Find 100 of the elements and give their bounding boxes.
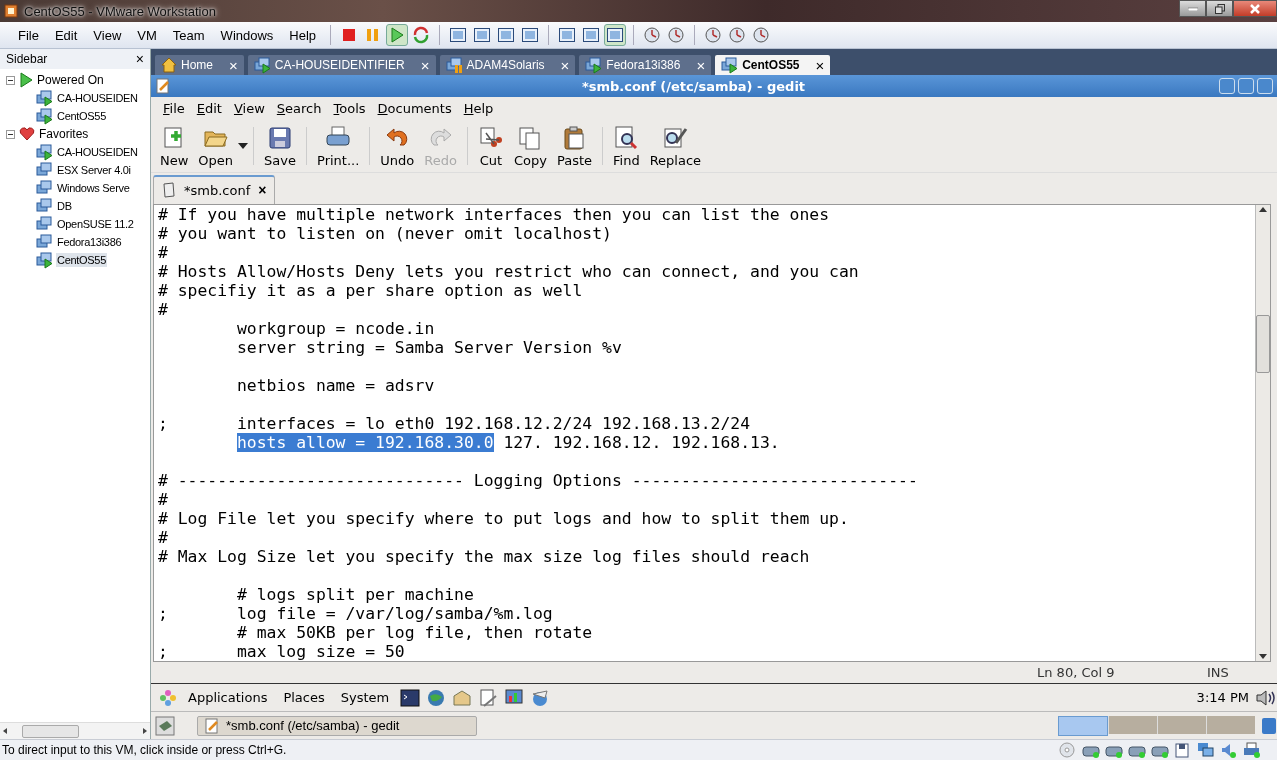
menu-item[interactable]: System <box>335 690 395 706</box>
restore-button[interactable] <box>1206 0 1233 17</box>
toolbar-button[interactable]: Replace <box>644 124 707 168</box>
toolbar-button[interactable]: Copy <box>508 124 552 168</box>
clock-icon[interactable] <box>752 26 771 44</box>
printer-icon[interactable] <box>1243 742 1261 758</box>
toolbar-button[interactable]: Undo <box>375 124 420 168</box>
taskbar-button[interactable]: *smb.conf (/etc/samba) - gedit <box>197 715 477 736</box>
vm-tab[interactable]: Home × <box>155 55 244 75</box>
code-line: # <box>158 242 169 262</box>
window-icon[interactable] <box>582 26 601 44</box>
tree-item[interactable]: ESX Server 4.0i <box>56 163 132 177</box>
menu-item[interactable]: Team <box>164 25 213 45</box>
code-line: ; interfaces = lo eth0 192.168.12.2/24 192.168.13.2/24 <box>158 413 752 433</box>
network-icon[interactable] <box>1197 742 1215 758</box>
document-tab[interactable]: *smb.conf × <box>153 174 276 204</box>
clock-icon[interactable] <box>667 26 686 44</box>
clock-icon[interactable] <box>728 26 747 44</box>
menu-item[interactable]: Documents <box>371 101 458 117</box>
window-icon[interactable] <box>606 26 625 44</box>
close-button[interactable]: × <box>696 56 706 74</box>
code-line: # <box>158 489 169 509</box>
tree-item[interactable]: CA-HOUSEIDEN <box>56 145 139 159</box>
close-icon <box>1250 3 1260 14</box>
toolbar-button[interactable]: Paste <box>551 124 598 168</box>
volume-icon[interactable] <box>1255 687 1277 708</box>
tree-item[interactable]: Favorites <box>39 127 89 141</box>
dropdown-caret-icon[interactable] <box>238 143 249 150</box>
close-button[interactable]: × <box>258 182 267 199</box>
clock-icon[interactable] <box>704 26 723 44</box>
menu-item[interactable]: Help <box>457 101 500 117</box>
toolbar-button[interactable]: Cut <box>472 124 509 168</box>
maximize-button[interactable] <box>1238 78 1254 94</box>
tree-item[interactable]: Fedora13i386 <box>56 235 123 249</box>
menu-item[interactable]: File <box>157 101 191 117</box>
toolbar-button[interactable]: Print... <box>312 124 365 168</box>
collapse-icon[interactable] <box>6 75 15 85</box>
close-button[interactable]: × <box>815 56 825 74</box>
menu-item[interactable]: Applications <box>183 690 273 706</box>
vm-tab[interactable]: CentOS55 × <box>715 55 831 75</box>
window-icon[interactable] <box>473 26 492 44</box>
close-button[interactable]: × <box>229 56 238 74</box>
document-pen-icon[interactable] <box>478 687 499 708</box>
flower-logo-icon[interactable] <box>159 688 177 707</box>
window-icon[interactable] <box>521 26 540 44</box>
workspace-button[interactable] <box>1058 715 1108 736</box>
refresh-icon[interactable] <box>412 26 431 44</box>
code-line: workgroup = ncode.in <box>235 318 436 338</box>
menu-item[interactable]: Windows <box>212 25 282 45</box>
tree-item[interactable]: OpenSUSE 11.2 <box>56 217 135 231</box>
close-button[interactable]: × <box>420 56 430 74</box>
menu-item[interactable]: View <box>85 25 130 45</box>
scrollbar-thumb[interactable] <box>22 724 79 738</box>
close-button[interactable] <box>1233 0 1277 17</box>
window-icon[interactable] <box>449 26 468 44</box>
collapse-icon[interactable] <box>6 129 15 139</box>
window-icon[interactable] <box>497 26 516 44</box>
menu-item[interactable]: Help <box>281 25 325 45</box>
toolbar-button[interactable]: Find <box>608 124 645 168</box>
tree-item[interactable]: CentOS55 <box>56 253 107 267</box>
minimize-button[interactable] <box>1179 0 1206 17</box>
menu-item[interactable]: Tools <box>327 101 372 117</box>
close-button[interactable]: × <box>560 56 570 74</box>
menu-item[interactable]: Search <box>270 101 328 117</box>
running-vm-icon <box>253 56 271 74</box>
toolbar-button[interactable]: New <box>155 124 194 168</box>
document-icon <box>162 182 176 199</box>
tree-item[interactable]: CA-HOUSEIDEN <box>56 91 139 105</box>
status-text: To direct input to this VM, click inside or press Ctrl+G. <box>2 743 287 757</box>
code-line: # ----------------------------- Logging Options ----------------------------- <box>158 470 919 490</box>
vm-tab[interactable]: CA-HOUSEIDENTIFIER × <box>247 55 436 75</box>
toolbar-button[interactable]: Open <box>193 124 239 168</box>
menu-item[interactable]: Edit <box>46 25 86 45</box>
vm-tab[interactable]: ADAM4Solaris × <box>439 55 576 75</box>
restore-icon <box>1214 3 1225 14</box>
code-line: 127. 192.168.12. 192.168.13. <box>502 432 780 452</box>
toolbar-button[interactable]: Save <box>259 124 301 168</box>
close-button[interactable]: × <box>135 51 144 67</box>
window-list-icon[interactable] <box>1261 715 1277 736</box>
vm-tab[interactable]: Fedora13i386 × <box>579 55 712 75</box>
tree-item[interactable]: Powered On <box>37 73 104 87</box>
menu-item[interactable]: VM <box>129 25 165 45</box>
menu-item[interactable]: Places <box>278 690 330 706</box>
terminal-icon[interactable] <box>400 687 421 708</box>
tree-item[interactable]: CentOS55 <box>56 109 107 123</box>
tree-item[interactable]: Windows Serve <box>56 181 131 195</box>
desktop-icon[interactable] <box>155 715 175 736</box>
menu-item[interactable]: Edit <box>190 101 228 117</box>
window-icon[interactable] <box>558 26 577 44</box>
code-line: # max 50KB per log file, then rotate <box>235 622 594 642</box>
menu-item[interactable]: File <box>10 25 47 45</box>
speaker-icon[interactable] <box>1220 742 1238 758</box>
globe-icon[interactable] <box>426 687 447 708</box>
globe-sheet-icon[interactable] <box>530 687 551 708</box>
code-line: # <box>158 527 169 547</box>
scrollbar-thumb[interactable] <box>1256 314 1270 373</box>
clock[interactable]: 3:14 PM <box>1196 690 1249 706</box>
clock-icon[interactable] <box>643 26 662 44</box>
menu-item[interactable]: View <box>227 101 271 117</box>
tree-item[interactable]: DB <box>56 199 73 213</box>
